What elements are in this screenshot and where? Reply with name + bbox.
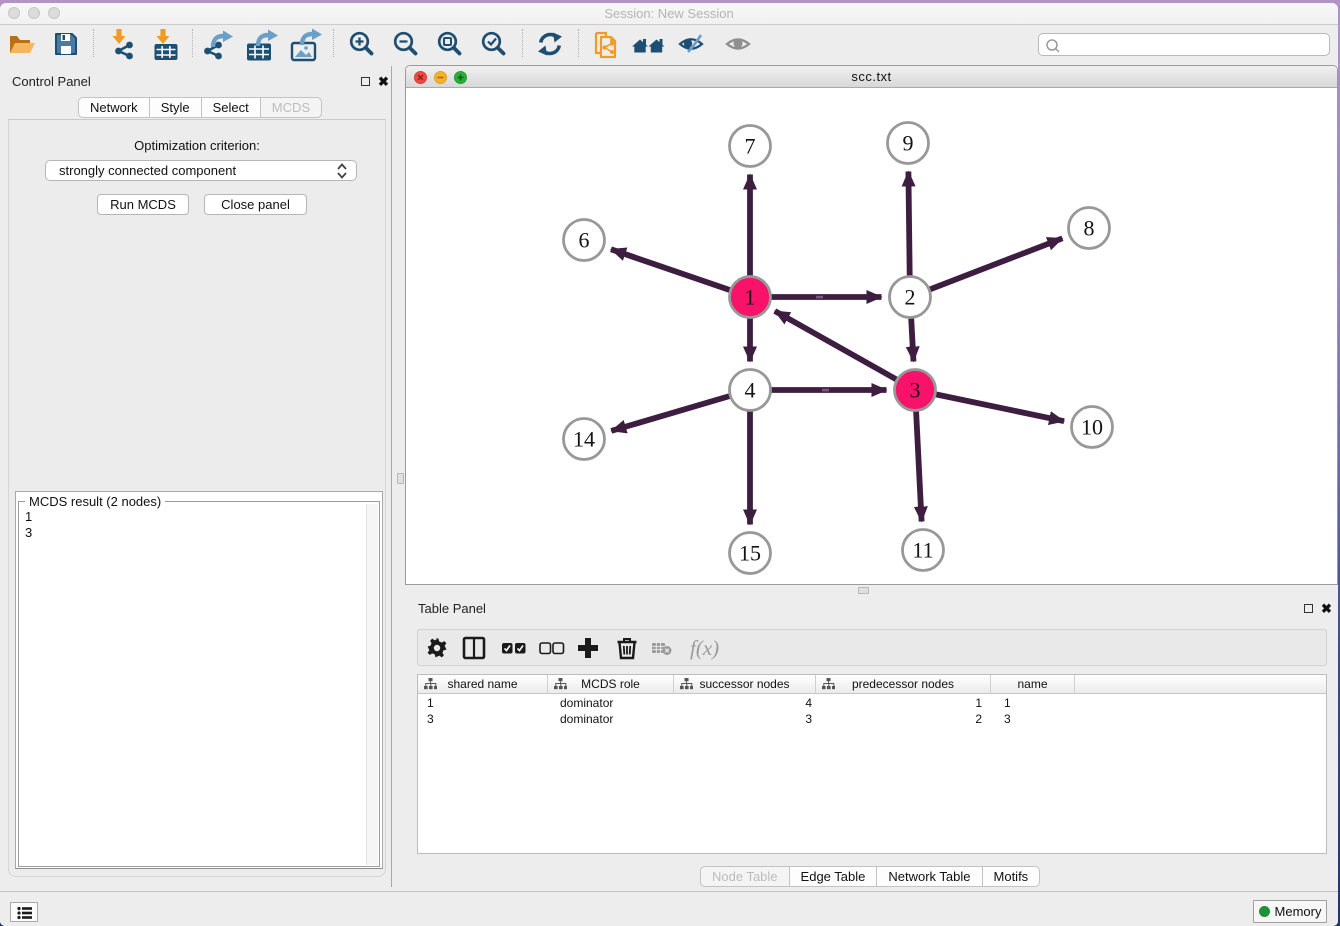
svg-text:15: 15 xyxy=(739,541,761,566)
svg-text:11: 11 xyxy=(912,538,933,563)
svg-text:f(x): f(x) xyxy=(690,636,719,660)
svg-text:7: 7 xyxy=(745,134,756,159)
svg-text:6: 6 xyxy=(579,228,590,253)
svg-text:9: 9 xyxy=(903,131,914,156)
svg-text:14: 14 xyxy=(573,427,595,452)
svg-text:2: 2 xyxy=(905,285,916,310)
svg-text:4: 4 xyxy=(745,378,756,403)
svg-text:1: 1 xyxy=(745,285,756,310)
svg-text:8: 8 xyxy=(1084,216,1095,241)
svg-text:10: 10 xyxy=(1081,415,1103,440)
svg-text:3: 3 xyxy=(910,378,921,403)
